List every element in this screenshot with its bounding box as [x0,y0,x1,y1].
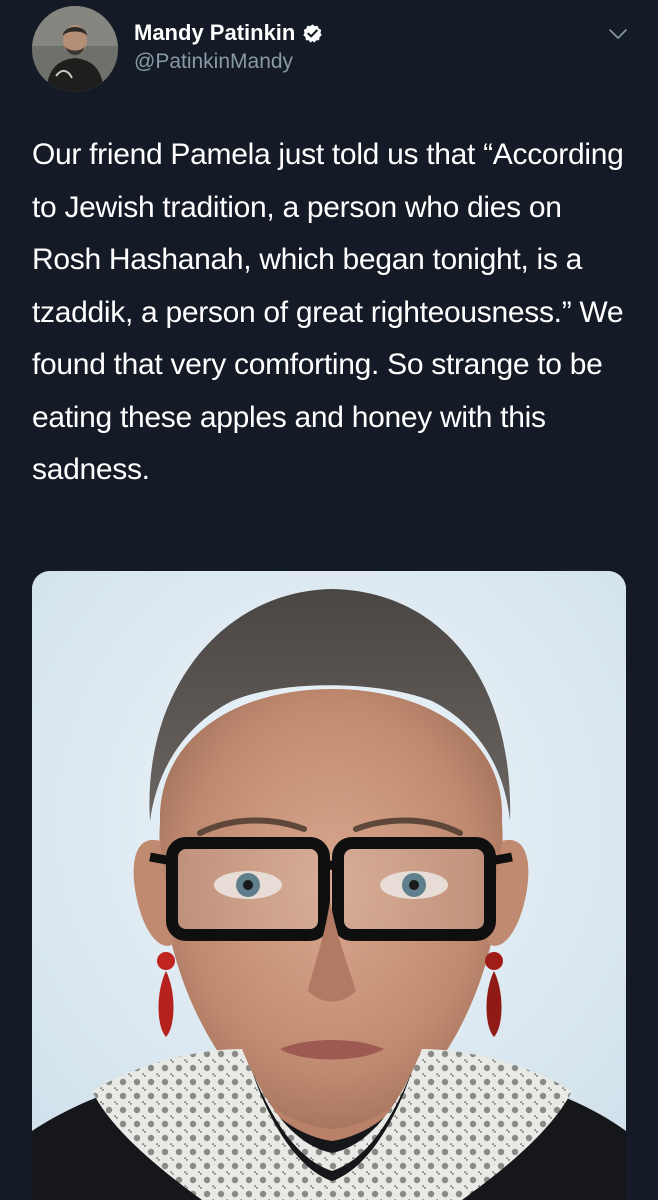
tweet-card: Mandy Patinkin @PatinkinMandy Our friend… [0,0,658,1200]
verified-badge-icon [303,23,323,43]
avatar-image [32,6,118,92]
portrait-photo [32,571,626,1200]
tweet-text: Our friend Pamela just told us that “Acc… [32,138,624,486]
chevron-down-icon[interactable] [606,22,630,46]
author-name[interactable]: Mandy Patinkin [134,20,295,46]
author-avatar[interactable] [32,6,118,92]
tweet-photo[interactable] [32,571,626,1200]
author-name-row[interactable]: Mandy Patinkin [134,18,323,48]
author-handle[interactable]: @PatinkinMandy [134,50,293,74]
